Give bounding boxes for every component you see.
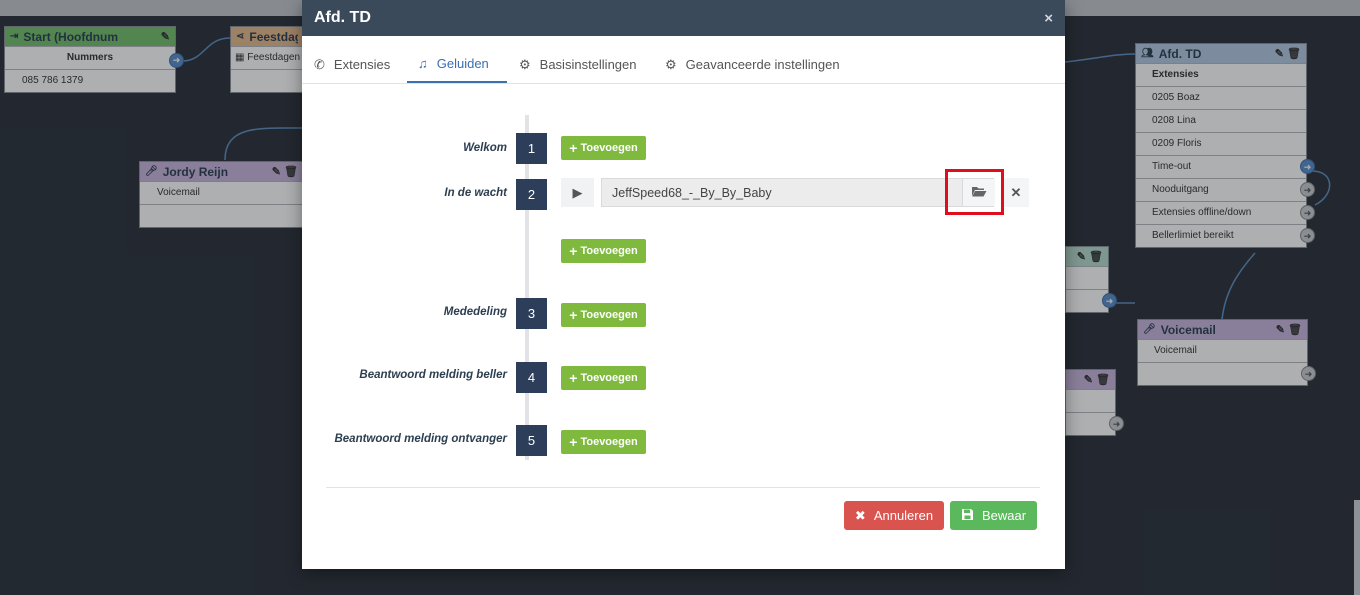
modal-header: Afd. TD ×: [302, 0, 1065, 36]
cancel-button-label: Annuleren: [873, 508, 934, 523]
save-button-label: Bewaar: [981, 508, 1027, 523]
tab-label: Basisinstellingen: [539, 57, 637, 72]
tab-basisinstellingen[interactable]: ⚙ Basisinstellingen: [519, 46, 649, 83]
add-sound-button[interactable]: + Toevoegen: [561, 430, 646, 454]
sound-number: 3: [516, 298, 547, 329]
highlight-box: [945, 169, 1004, 215]
tab-geavanceerde-instellingen[interactable]: ⚙ Geavanceerde instellingen: [665, 46, 855, 83]
close-icon[interactable]: ×: [1044, 10, 1053, 27]
tab-bar: ✆ Extensies ♫ Geluiden ⚙ Basisinstelling…: [302, 46, 1065, 84]
tab-extensies[interactable]: ✆ Extensies: [314, 46, 409, 83]
floppy-disk-icon: [961, 508, 974, 524]
sound-file-field[interactable]: JeffSpeed68_-_By_By_Baby: [601, 178, 994, 207]
add-sound-button[interactable]: + Toevoegen: [561, 239, 646, 263]
cancel-button[interactable]: ✖ Annuleren: [844, 501, 944, 530]
add-sound-button[interactable]: + Toevoegen: [561, 366, 646, 390]
sound-label-welkom: Welkom: [463, 142, 507, 154]
footer-divider: [326, 487, 1040, 488]
play-button[interactable]: ▶: [561, 178, 594, 207]
sound-number: 2: [516, 179, 547, 210]
add-button-label: Toevoegen: [580, 309, 638, 321]
plus-icon: +: [569, 434, 578, 450]
add-button-label: Toevoegen: [580, 142, 638, 154]
play-icon: ▶: [572, 184, 583, 200]
plus-icon: +: [569, 370, 578, 386]
tab-label: Geavanceerde instellingen: [685, 57, 840, 72]
plus-icon: +: [569, 307, 578, 323]
add-sound-button[interactable]: + Toevoegen: [561, 303, 646, 327]
sound-number: 5: [516, 425, 547, 456]
modal-title: Afd. TD: [314, 9, 371, 26]
plus-icon: +: [569, 243, 578, 259]
sound-settings-modal: Afd. TD × ✆ Extensies ♫ Geluiden ⚙ Basis…: [302, 0, 1065, 569]
gear-icon: ⚙: [665, 56, 677, 72]
save-button[interactable]: Bewaar: [950, 501, 1037, 530]
add-button-label: Toevoegen: [580, 372, 638, 384]
tab-label: Extensies: [333, 57, 391, 72]
gear-icon: ⚙: [519, 56, 531, 72]
sound-number: 4: [516, 362, 547, 393]
add-sound-button[interactable]: + Toevoegen: [561, 136, 646, 160]
sound-file-name: JeffSpeed68_-_By_By_Baby: [612, 185, 772, 200]
sound-label-in-de-wacht: In de wacht: [444, 187, 507, 199]
close-icon: ✕: [1010, 184, 1022, 200]
sound-number: 1: [516, 133, 547, 164]
add-button-label: Toevoegen: [580, 245, 638, 257]
plus-icon: +: [569, 140, 578, 156]
sound-label-mededeling: Mededeling: [443, 306, 507, 318]
phone-icon: ✆: [314, 56, 325, 72]
tab-label: Geluiden: [436, 56, 489, 71]
music-icon: ♫: [418, 56, 428, 71]
sound-label-beantwoord-beller: Beantwoord melding beller: [359, 369, 507, 381]
sound-label-beantwoord-ontvanger: Beantwoord melding ontvanger: [334, 433, 507, 445]
add-button-label: Toevoegen: [580, 436, 638, 448]
close-icon: ✖: [854, 507, 866, 523]
tab-geluiden[interactable]: ♫ Geluiden: [407, 46, 507, 83]
timeline-line: [525, 115, 529, 460]
remove-sound-button[interactable]: ✕: [1003, 178, 1029, 207]
